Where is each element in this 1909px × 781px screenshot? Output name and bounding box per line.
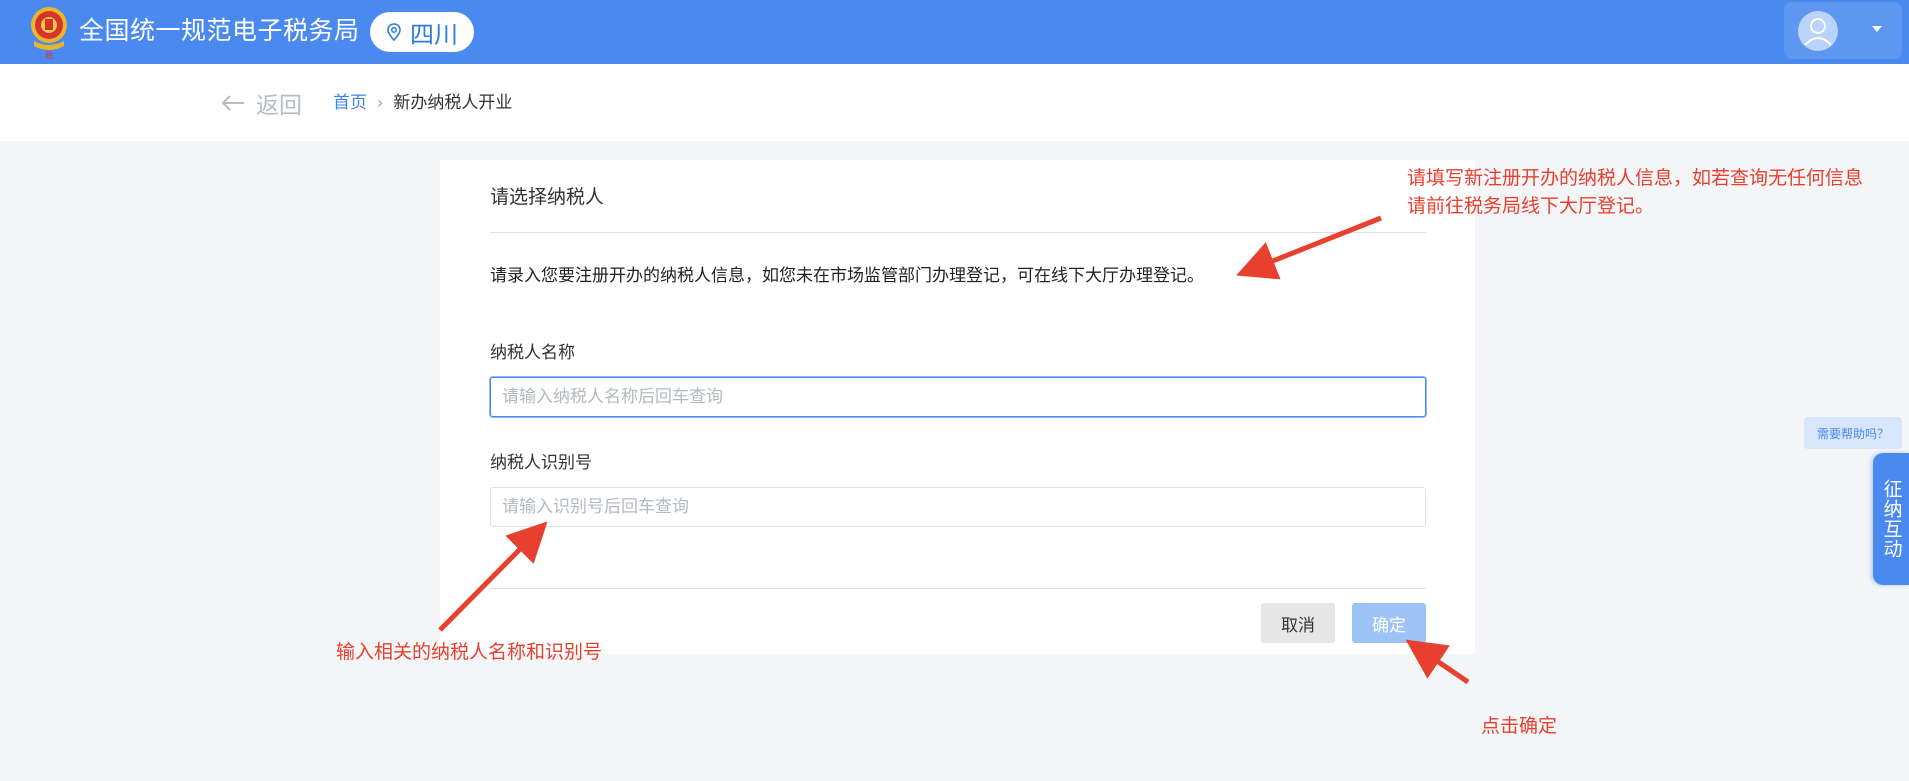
tax-emblem-icon: 税 [31, 7, 67, 59]
user-avatar-icon [1798, 11, 1838, 51]
breadcrumb-home-link[interactable]: 首页 [333, 92, 367, 114]
breadcrumb-bar: 返回 首页 › 新办纳税人开业 [0, 64, 1909, 141]
taxpayer-name-input[interactable] [490, 377, 1426, 417]
divider [490, 232, 1426, 233]
breadcrumb-separator: › [377, 93, 384, 112]
confirm-button[interactable]: 确定 [1352, 603, 1426, 643]
annotation-left: 输入相关的纳税人名称和识别号 [336, 641, 603, 663]
help-bubble[interactable]: 需要帮助吗？ [1804, 417, 1902, 449]
divider [490, 588, 1426, 589]
cancel-button[interactable]: 取消 [1261, 603, 1335, 643]
interaction-tab-label: 征纳互动 [1880, 479, 1903, 559]
card-title: 请选择纳税人 [490, 186, 605, 208]
interaction-side-tab[interactable]: 征纳互动 [1873, 453, 1909, 585]
annotation-top-line1: 请填写新注册开办的纳税人信息，如若查询无任何信息 [1407, 167, 1864, 189]
breadcrumb-current: 新办纳税人开业 [393, 93, 513, 113]
taxpayer-id-input[interactable] [490, 487, 1426, 527]
app-title: 全国统一规范电子税务局 [79, 16, 360, 45]
taxpayer-select-card: 请选择纳税人 请录入您要注册开办的纳税人信息，如您未在市场监管部门办理登记，可在… [440, 160, 1475, 654]
top-navigation-bar: 税 全国统一规范电子税务局 四川 [0, 0, 1909, 64]
annotation-top-line2: 请前往税务局线下大厅登记。 [1407, 195, 1655, 217]
caret-down-icon [1872, 26, 1882, 32]
annotation-top: 请填写新注册开办的纳税人信息，如若查询无任何信息 请前往税务局线下大厅登记。 [1407, 164, 1863, 220]
notice-text: 请录入您要注册开办的纳税人信息，如您未在市场监管部门办理登记，可在线下大厅办理登… [490, 266, 1204, 286]
location-pin-icon [387, 23, 401, 41]
back-label: 返回 [256, 93, 302, 119]
annotation-right: 点击确定 [1481, 715, 1558, 737]
taxpayer-name-label: 纳税人名称 [490, 343, 575, 363]
back-button[interactable]: 返回 [220, 86, 302, 120]
arrow-left-icon [221, 95, 244, 111]
region-name: 四川 [410, 20, 458, 49]
region-selector[interactable]: 四川 [370, 12, 474, 52]
breadcrumb: 首页 › 新办纳税人开业 [333, 92, 512, 114]
svg-text:税: 税 [45, 50, 53, 59]
user-menu[interactable] [1784, 2, 1902, 59]
taxpayer-id-label: 纳税人识别号 [490, 453, 592, 473]
